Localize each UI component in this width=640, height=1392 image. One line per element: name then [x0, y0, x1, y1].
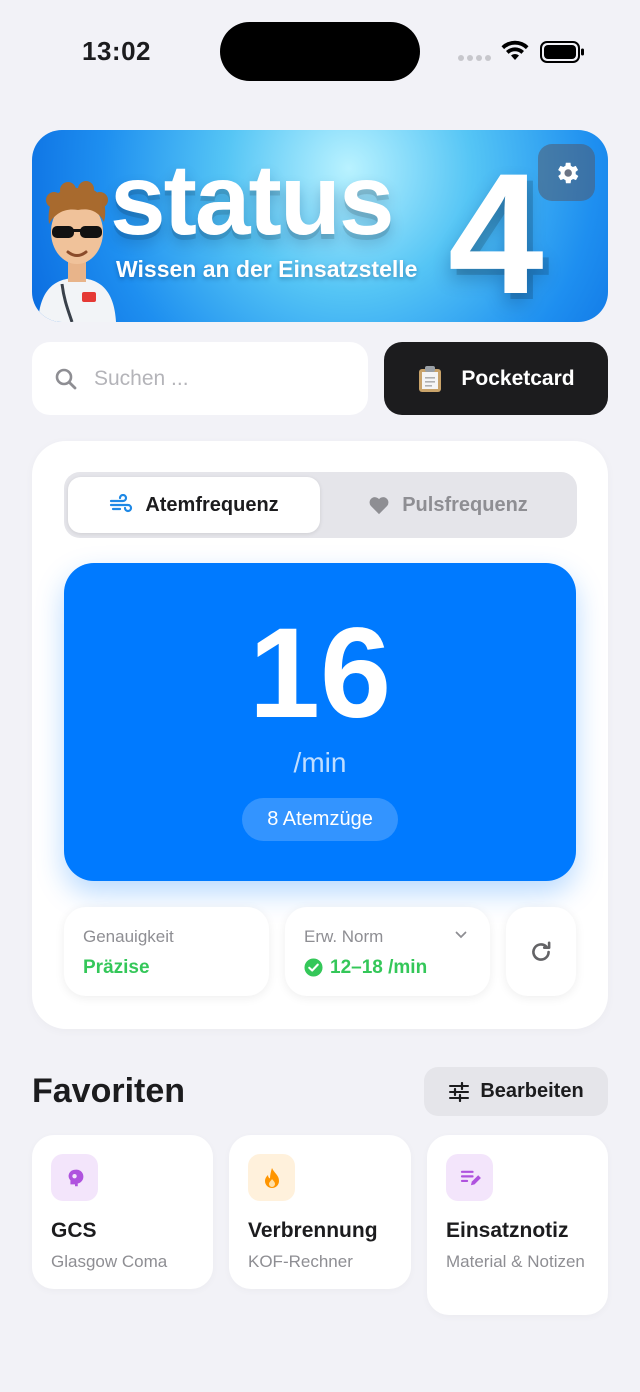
edit-favorites-button[interactable]: Bearbeiten [424, 1067, 608, 1116]
note-edit-icon [446, 1154, 493, 1201]
norm-card[interactable]: Erw. Norm 12–18 /min [285, 907, 490, 996]
heart-icon [369, 497, 389, 515]
favorite-subtitle: KOF-Rechner [248, 1252, 353, 1271]
flame-icon [248, 1154, 295, 1201]
rate-value: 16 [248, 602, 392, 745]
banner-wordmark: status [110, 144, 395, 256]
settings-button[interactable] [538, 144, 595, 201]
search-bar[interactable] [32, 342, 368, 415]
chevron-down-icon [455, 931, 467, 939]
banner-tagline: Wissen an der Einsatzstelle [116, 256, 418, 282]
favorite-tile-gcs[interactable]: GCS Glasgow Coma [32, 1135, 213, 1289]
tab-atemfrequenz[interactable]: Atemfrequenz [68, 477, 320, 533]
wifi-icon [501, 40, 529, 60]
cellular-signal-icon [458, 55, 491, 61]
favorite-name: GCS [51, 1219, 97, 1242]
favorite-tile-verbrennung[interactable]: Verbrennung KOF-Rechner [229, 1135, 411, 1289]
norm-value: 12–18 /min [330, 957, 428, 978]
pocketcard-button[interactable]: Pocketcard [384, 342, 608, 415]
app-banner: status Wissen an der Einsatzstelle 4 [32, 130, 608, 322]
status-bar-time: 13:02 [82, 36, 151, 66]
brain-icon [51, 1154, 98, 1201]
sliders-icon [449, 1081, 470, 1102]
tab-pulsfrequenz[interactable]: Pulsfrequenz [322, 477, 574, 533]
accuracy-card[interactable]: Genauigkeit Präzise [64, 907, 269, 996]
check-circle-icon [304, 958, 323, 977]
favorite-subtitle: Material & Notizen [446, 1252, 585, 1271]
search-icon [55, 368, 77, 389]
refresh-icon [532, 940, 551, 961]
banner-digit: 4 [448, 138, 544, 322]
favorite-name: Einsatznotiz [446, 1219, 569, 1242]
norm-label: Erw. Norm [304, 927, 384, 946]
favorite-name: Verbrennung [248, 1219, 378, 1242]
gear-icon [557, 162, 578, 183]
tab-atemfrequenz-label: Atemfrequenz [145, 493, 279, 516]
accuracy-value: Präzise [83, 957, 150, 978]
tab-pulsfrequenz-label: Pulsfrequenz [402, 493, 528, 516]
clipboard-icon [419, 365, 442, 392]
rate-unit: /min [293, 747, 347, 778]
accuracy-label: Genauigkeit [83, 927, 174, 946]
battery-icon [540, 41, 584, 63]
breath-count-badge: 8 Atemzüge [242, 798, 398, 841]
favorite-subtitle: Glasgow Coma [51, 1252, 168, 1271]
reset-button[interactable] [506, 907, 576, 996]
edit-favorites-label: Bearbeiten [480, 1080, 584, 1102]
dynamic-island [220, 22, 420, 81]
pocketcard-label: Pocketcard [461, 366, 575, 390]
favorites-title: Favoriten [32, 1072, 186, 1110]
wind-icon [110, 494, 133, 513]
mascot-avatar [38, 181, 116, 322]
favorite-tile-einsatznotiz[interactable]: Einsatznotiz Material & Notizen [427, 1135, 608, 1315]
search-input[interactable] [94, 366, 334, 391]
